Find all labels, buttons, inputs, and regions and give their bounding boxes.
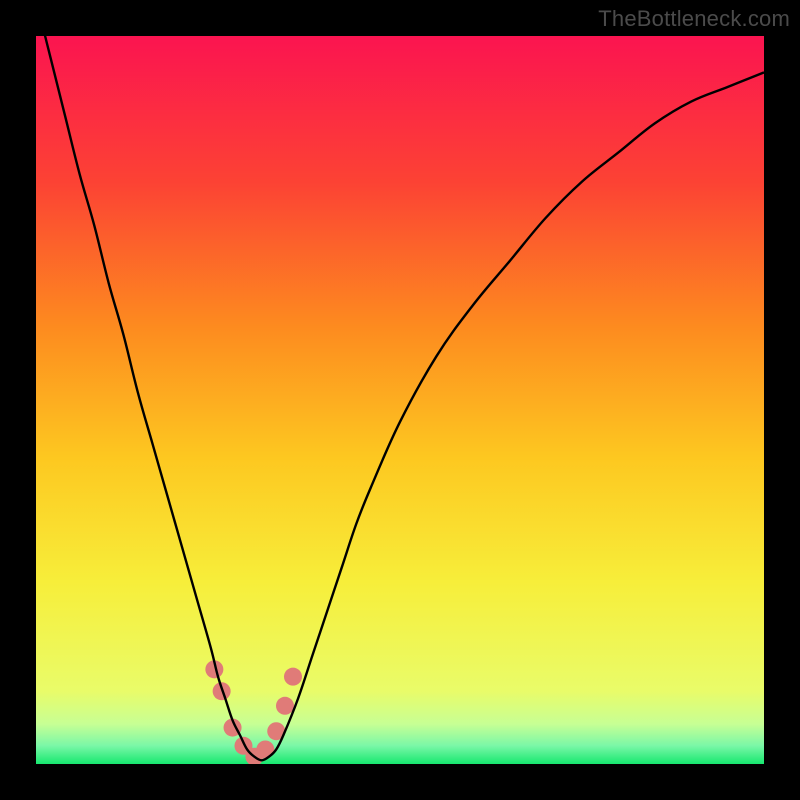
plot-area xyxy=(36,36,764,764)
chart-canvas xyxy=(36,36,764,764)
chart-frame: TheBottleneck.com xyxy=(0,0,800,800)
marker-dot xyxy=(284,668,302,686)
gradient-background xyxy=(36,36,764,764)
watermark-text: TheBottleneck.com xyxy=(598,6,790,32)
marker-dot xyxy=(276,697,294,715)
